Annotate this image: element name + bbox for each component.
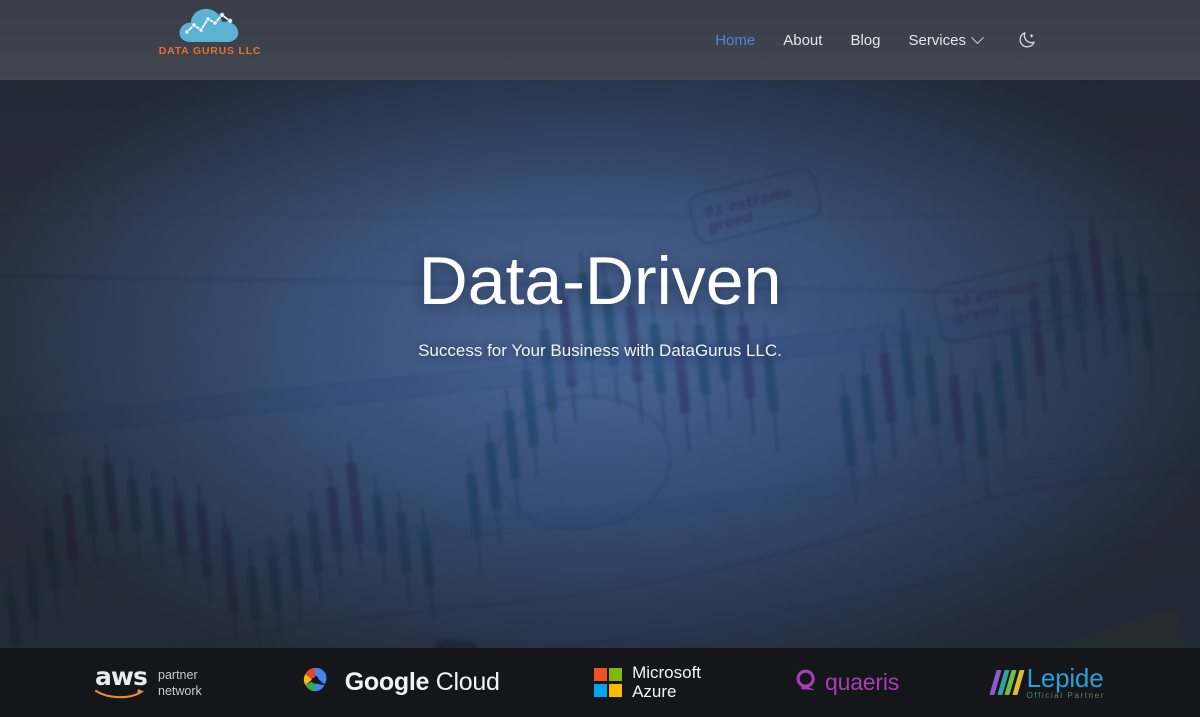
nav-item-about[interactable]: About	[769, 26, 836, 55]
nav-label-blog: Blog	[850, 31, 881, 49]
dark-mode-toggle[interactable]	[1014, 27, 1040, 53]
nav-label-services: Services	[908, 31, 966, 49]
nav-label-about: About	[783, 31, 823, 49]
main-navigation: Home About Blog Services	[701, 0, 1040, 80]
lepide-name: Lepide	[1026, 663, 1104, 693]
aws-line-2: network	[158, 683, 202, 698]
hero-title: Data-Driven	[418, 243, 782, 319]
cloud-line-chart-icon	[177, 6, 243, 44]
cloud-word: Cloud	[429, 668, 500, 696]
aws-line-1: partner	[158, 667, 198, 682]
partner-logo-quaeris[interactable]: quaeris	[795, 669, 899, 697]
microsoft-word: Microsoft	[632, 663, 702, 683]
site-logo[interactable]: DATA GURUS LLC	[159, 6, 261, 57]
nav-item-services[interactable]: Services	[894, 26, 996, 55]
site-header: DATA GURUS LLC Home About Blog Services	[0, 0, 1200, 80]
google-cloud-icon	[296, 665, 334, 700]
azure-word: Azure	[632, 681, 677, 701]
hero-content: Data-Driven Success for Your Business wi…	[0, 80, 1200, 648]
nav-label-home: Home	[715, 31, 756, 49]
lepide-wordmark: Lepide Official Partner	[1027, 665, 1105, 700]
google-cloud-wordmark: Google Cloud	[345, 668, 500, 697]
landing-page: DATA GURUS LLC Home About Blog Services	[0, 0, 1200, 717]
partner-logos-bar: aws partner network Google Cloud Microso…	[0, 648, 1200, 717]
quaeris-wordmark: quaeris	[825, 669, 900, 695]
hero-subtitle: Success for Your Business with DataGurus…	[418, 341, 782, 360]
microsoft-squares-icon	[593, 668, 623, 697]
azure-wordmark: Microsoft Azure	[632, 663, 702, 701]
aws-wordmark: aws	[95, 661, 148, 691]
lepide-tagline: Official Partner	[1026, 691, 1105, 700]
nav-item-home[interactable]: Home	[701, 26, 769, 55]
aws-partner-network-text: partner network	[158, 667, 202, 700]
lepide-bars-icon	[989, 670, 1025, 695]
google-word: Google	[344, 668, 430, 696]
hero-section: 91 extreme greed 94 extreme greed Data-D…	[0, 80, 1200, 648]
moon-icon	[1019, 32, 1035, 48]
partner-logo-lepide[interactable]: Lepide Official Partner	[989, 665, 1105, 700]
logo-brand-text: DATA GURUS LLC	[158, 45, 262, 57]
nav-item-blog[interactable]: Blog	[836, 26, 894, 55]
partner-logo-aws[interactable]: aws partner network	[95, 661, 202, 700]
aws-icon: aws	[95, 661, 148, 700]
partner-logo-google-cloud[interactable]: Google Cloud	[296, 665, 500, 700]
quaeris-q-icon	[795, 669, 818, 697]
partner-logo-microsoft-azure[interactable]: Microsoft Azure	[593, 663, 702, 701]
chevron-down-icon	[971, 30, 984, 44]
